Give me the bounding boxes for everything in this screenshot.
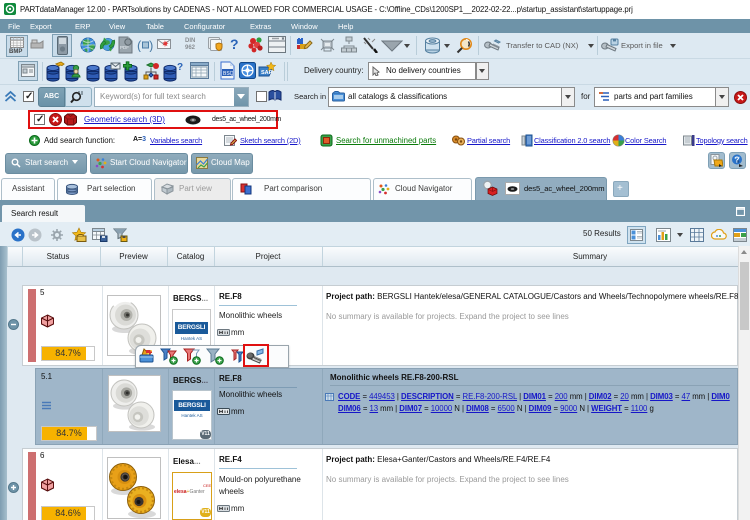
svg-text:BSQ: BSQ [223, 71, 234, 77]
svg-text:SAP: SAP [261, 70, 273, 76]
svg-text:?: ? [177, 62, 183, 73]
svg-text:?: ? [735, 156, 740, 165]
svg-text:(: ( [137, 38, 142, 52]
svg-text:PDF: PDF [120, 45, 129, 50]
svg-text:): ) [149, 38, 153, 52]
